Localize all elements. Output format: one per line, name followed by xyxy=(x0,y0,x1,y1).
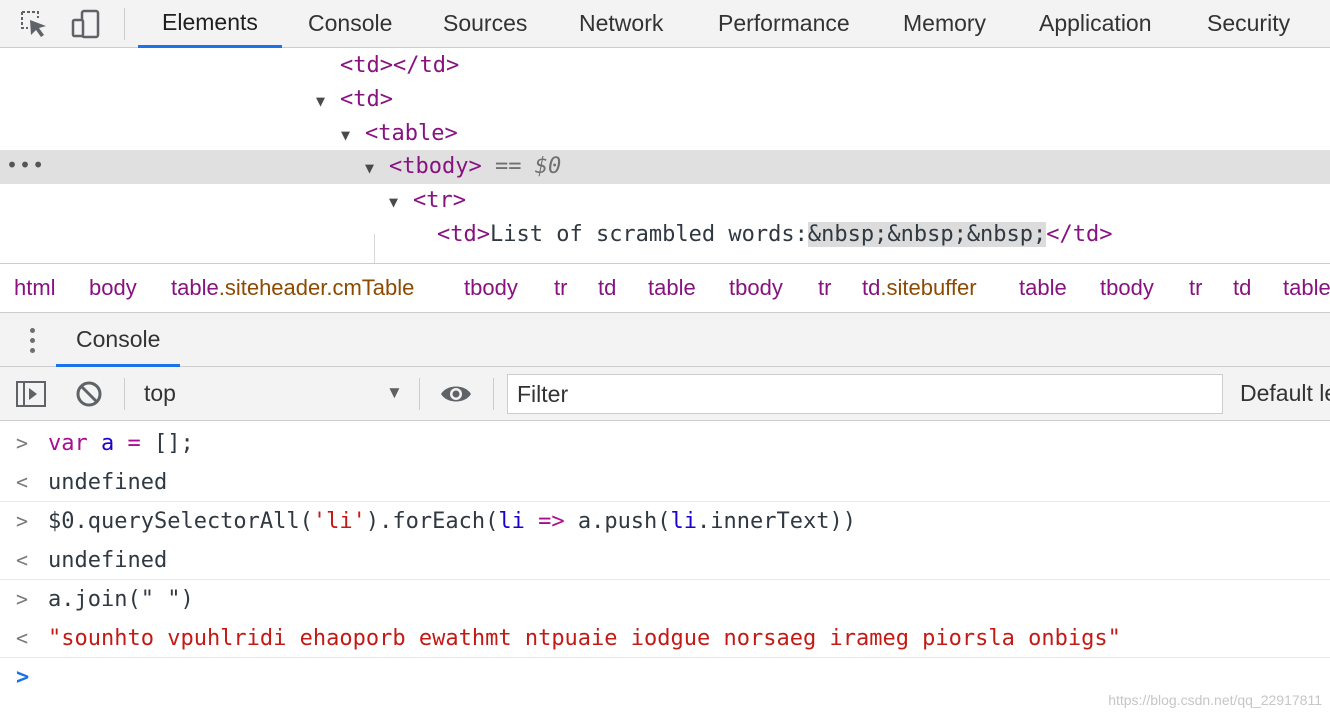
breadcrumb-item[interactable]: tr xyxy=(554,264,567,312)
nbsp-entities: &nbsp;&nbsp;&nbsp; xyxy=(807,222,1047,247)
tab-elements[interactable]: Elements xyxy=(138,0,282,48)
clear-console-icon[interactable] xyxy=(73,378,105,410)
console-result-line: < "sounhto vpuhlridi ehaoporb ewathmt nt… xyxy=(0,619,1330,658)
console-result-text: undefined xyxy=(48,548,168,573)
breadcrumb-item[interactable]: table xyxy=(1019,264,1067,312)
console-result-line: < undefined xyxy=(0,463,1330,502)
console-input-line: > var a = []; xyxy=(0,424,1330,463)
dom-node-td-text[interactable]: <td>List of scrambled words:&nbsp;&nbsp;… xyxy=(437,218,1113,252)
breadcrumb-item[interactable]: table xyxy=(1283,264,1330,312)
console-result-string: "sounhto vpuhlridi ehaoporb ewathmt ntpu… xyxy=(48,626,1121,651)
expand-triangle-icon[interactable]: ▼ xyxy=(389,185,413,219)
dom-tree: ••• <td></td> ▼ <td> ▼ <table> ▼ <tbody> ==… xyxy=(0,49,1330,263)
input-chevron-icon: > xyxy=(16,509,29,533)
breadcrumb-item[interactable]: tr xyxy=(818,264,831,312)
filter-input[interactable] xyxy=(507,374,1223,414)
toolbar-divider xyxy=(124,8,125,40)
tag-open: <tr> xyxy=(413,188,466,213)
breadcrumb-item[interactable]: html xyxy=(14,264,56,312)
equals-sign: == xyxy=(494,154,522,179)
tab-memory[interactable]: Memory xyxy=(879,0,1010,48)
dollar-zero-ref: $0 xyxy=(534,154,562,179)
context-selector[interactable]: top xyxy=(144,367,176,419)
breadcrumb-item[interactable]: td xyxy=(598,264,616,312)
device-toolbar-icon[interactable] xyxy=(70,8,102,40)
watermark: https://blog.csdn.net/qq_22917811 xyxy=(1108,692,1322,708)
expand-triangle-icon[interactable]: ▼ xyxy=(316,84,340,118)
console-input-text: a.join(" ") xyxy=(48,587,194,612)
tab-performance[interactable]: Performance xyxy=(694,0,874,48)
tab-security[interactable]: Security xyxy=(1183,0,1314,48)
result-chevron-icon: < xyxy=(16,548,29,572)
console-input-text: var a = []; xyxy=(48,431,194,456)
tag-open: <td> xyxy=(340,87,393,112)
input-chevron-icon: > xyxy=(16,587,29,611)
selected-node-highlight xyxy=(0,150,1330,184)
input-chevron-icon: > xyxy=(16,431,29,455)
breadcrumb-item[interactable]: tbody xyxy=(464,264,518,312)
breadcrumb-item[interactable]: table xyxy=(648,264,696,312)
kebab-menu-icon[interactable] xyxy=(22,325,42,357)
breadcrumb-item[interactable]: tbody xyxy=(1100,264,1154,312)
tag-open: <tbody> xyxy=(389,154,482,179)
toolbar-divider xyxy=(493,378,494,410)
indent-guide xyxy=(374,234,375,263)
dropdown-arrow-icon[interactable]: ▼ xyxy=(386,367,403,419)
breadcrumb: html body table.siteheader.cmTable tbody… xyxy=(0,263,1330,313)
expand-triangle-icon[interactable]: ▼ xyxy=(341,118,365,152)
result-chevron-icon: < xyxy=(16,470,29,494)
console-input-text: $0.querySelectorAll('li').forEach(li => … xyxy=(48,509,856,534)
expand-triangle-icon[interactable]: ▼ xyxy=(365,151,389,185)
breadcrumb-item[interactable]: td.sitebuffer xyxy=(862,264,977,312)
console-input-line: > a.join(" ") xyxy=(0,580,1330,619)
log-levels-dropdown[interactable]: Default le xyxy=(1240,367,1330,419)
console-toolbar: top ▼ Default le xyxy=(0,367,1330,421)
tab-console[interactable]: Console xyxy=(284,0,416,48)
breadcrumb-item[interactable]: body xyxy=(89,264,137,312)
tab-sources[interactable]: Sources xyxy=(419,0,551,48)
tag-open: <td> xyxy=(340,53,393,78)
text-content: List of scrambled words: xyxy=(489,222,808,247)
toolbar-divider xyxy=(124,378,125,410)
inspect-element-icon[interactable] xyxy=(18,8,50,40)
breadcrumb-item[interactable]: tbody xyxy=(729,264,783,312)
drawer-header: Console xyxy=(0,313,1330,367)
dom-node-td[interactable]: ▼ <td> xyxy=(316,83,393,117)
devtools-tab-bar: Elements Console Sources Network Perform… xyxy=(0,0,1330,48)
breadcrumb-item[interactable]: table.siteheader.cmTable xyxy=(171,264,414,312)
prompt-chevron-icon: > xyxy=(16,665,30,690)
dom-node-td-empty[interactable]: <td></td> xyxy=(340,49,459,83)
more-actions-ellipsis[interactable]: ••• xyxy=(6,150,45,180)
tab-network[interactable]: Network xyxy=(555,0,687,48)
console-result-line: < undefined xyxy=(0,541,1330,580)
console-input-line: > $0.querySelectorAll('li').forEach(li =… xyxy=(0,502,1330,541)
dom-node-tr[interactable]: ▼ <tr> xyxy=(389,184,466,218)
toolbar-divider xyxy=(419,378,420,410)
console-result-text: undefined xyxy=(48,470,168,495)
tag-close: </td> xyxy=(392,53,460,78)
tag-open: <table> xyxy=(365,121,458,146)
show-sidebar-icon[interactable] xyxy=(15,378,47,410)
breadcrumb-item[interactable]: tr xyxy=(1189,264,1202,312)
result-chevron-icon: < xyxy=(16,626,29,650)
breadcrumb-item[interactable]: td xyxy=(1233,264,1251,312)
tag-close: </td> xyxy=(1046,222,1113,247)
tag-open: <td> xyxy=(437,222,490,247)
dom-node-tbody-selected[interactable]: ▼ <tbody> == $0 xyxy=(365,150,561,184)
tab-application[interactable]: Application xyxy=(1015,0,1176,48)
drawer-tab-console[interactable]: Console xyxy=(56,313,181,367)
eye-icon[interactable] xyxy=(440,378,472,410)
dom-node-table[interactable]: ▼ <table> xyxy=(341,117,458,151)
